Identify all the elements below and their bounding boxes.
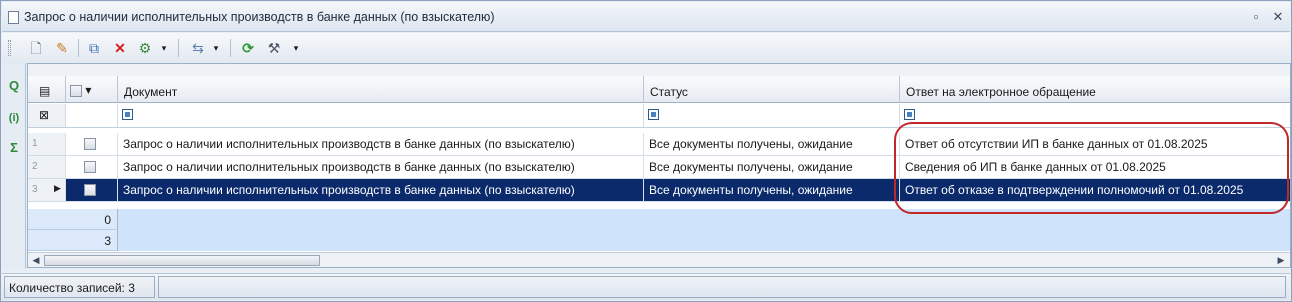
copy-icon[interactable]: ⧉: [84, 38, 104, 58]
cell-status[interactable]: Все документы получены, ожидание: [644, 133, 900, 155]
cell-status[interactable]: Все документы получены, ожидание: [644, 156, 900, 178]
sum-icon[interactable]: Σ: [5, 139, 23, 157]
select-all-column[interactable]: ▾: [66, 76, 118, 103]
chevron-down-icon[interactable]: ▾: [158, 38, 170, 58]
toolbar-separator: [178, 39, 179, 57]
search-icon[interactable]: Q: [5, 77, 23, 95]
document-icon: [8, 11, 19, 24]
new-doc-icon[interactable]: 🗋: [26, 38, 46, 58]
row-number: 3 ▶: [28, 179, 66, 201]
column-response[interactable]: Ответ на электронное обращение: [900, 76, 1290, 103]
summary-row: 3: [28, 230, 1290, 251]
title-bar: Запрос о наличии исполнительных производ…: [2, 2, 1290, 32]
link-icon[interactable]: ⇆: [188, 38, 208, 58]
filter-cell[interactable]: [66, 104, 118, 127]
status-pane: [158, 276, 1286, 298]
highlight-annotation: [894, 122, 1289, 214]
scroll-left-icon[interactable]: ◀: [29, 254, 43, 267]
chevron-down-icon[interactable]: ▾: [290, 38, 302, 58]
group-strip: [28, 64, 1290, 76]
row-checkbox-cell[interactable]: [66, 179, 118, 201]
filter-document[interactable]: [118, 104, 644, 127]
filter-icon[interactable]: [122, 109, 133, 120]
summary-footer: 0 3: [28, 209, 1290, 251]
cell-document[interactable]: Запрос о наличии исполнительных производ…: [118, 156, 644, 178]
column-status[interactable]: Статус: [644, 76, 900, 103]
row-number: 2: [28, 156, 66, 178]
filter-icon[interactable]: [904, 109, 915, 120]
filter-status[interactable]: [644, 104, 900, 127]
column-document[interactable]: Документ: [118, 76, 644, 103]
edit-doc-icon[interactable]: ✎: [52, 38, 72, 58]
summary-value: 3: [28, 230, 118, 251]
chevron-down-icon[interactable]: ▾: [210, 38, 222, 58]
refresh-icon[interactable]: ⟳: [238, 38, 258, 58]
pin-icon[interactable]: ▫: [1248, 9, 1264, 24]
horizontal-scrollbar[interactable]: ◀ ▶: [28, 252, 1290, 267]
window-title: Запрос о наличии исполнительных производ…: [24, 10, 495, 24]
cell-document[interactable]: Запрос о наличии исполнительных производ…: [118, 179, 644, 201]
status-bar: Количество записей: 3: [2, 273, 1290, 300]
filter-icon[interactable]: [648, 109, 659, 120]
records-count: Количество записей: 3: [4, 276, 155, 298]
filter-clear-icon[interactable]: ⊠: [28, 104, 66, 127]
toolbar: 🗋 ✎ ⧉ ✕ ⚙ ▾ ⇆ ▾ ⟳ ⚒ ▾: [2, 33, 1290, 63]
delete-icon[interactable]: ✕: [110, 38, 130, 58]
select-all-checkbox[interactable]: [70, 84, 82, 97]
cell-status[interactable]: Все документы получены, ожидание: [644, 179, 900, 201]
side-tool-bar: Q (i) Σ: [2, 63, 26, 269]
scroll-thumb[interactable]: [44, 255, 320, 266]
cell-document[interactable]: Запрос о наличии исполнительных производ…: [118, 133, 644, 155]
toolbar-separator: [230, 39, 231, 57]
window: Запрос о наличии исполнительных производ…: [0, 0, 1292, 302]
row-number: 1: [28, 133, 66, 155]
settings-icon[interactable]: ⚒: [264, 38, 284, 58]
scroll-right-icon[interactable]: ▶: [1274, 254, 1288, 267]
row-checkbox-cell[interactable]: [66, 133, 118, 155]
row-checkbox[interactable]: [84, 161, 96, 173]
tools-icon[interactable]: ⚙: [134, 38, 156, 58]
toolbar-grip[interactable]: [8, 40, 11, 56]
column-chooser-icon[interactable]: ▤: [28, 76, 66, 103]
close-icon[interactable]: ✕: [1270, 9, 1286, 25]
row-checkbox[interactable]: [84, 138, 96, 150]
row-checkbox-cell[interactable]: [66, 156, 118, 178]
row-checkbox[interactable]: [84, 184, 96, 196]
row-pointer-icon: ▶: [54, 183, 61, 193]
toolbar-separator: [78, 39, 79, 57]
summary-value: 0: [28, 209, 118, 230]
info-icon[interactable]: (i): [5, 109, 23, 127]
